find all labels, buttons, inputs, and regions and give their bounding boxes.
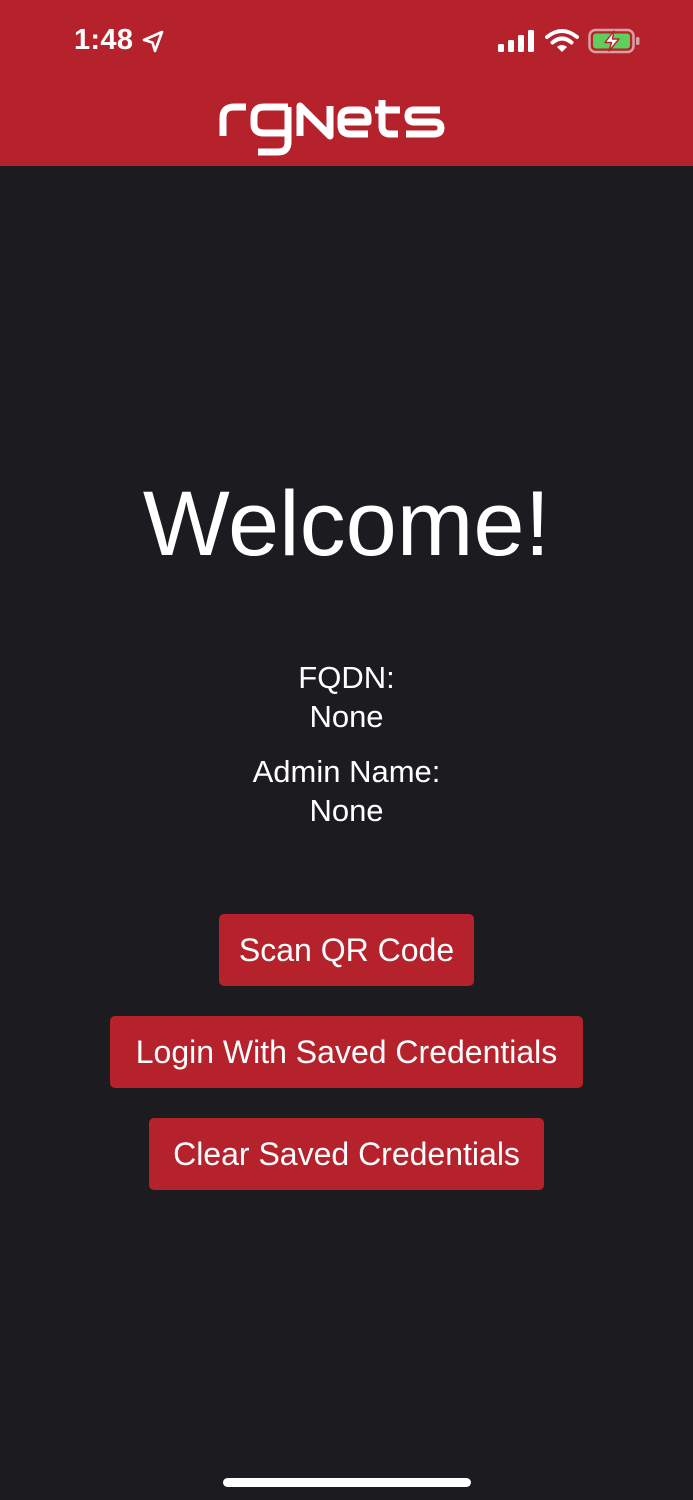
status-time: 1:48 bbox=[74, 24, 134, 56]
battery-charging-icon bbox=[588, 28, 640, 54]
rgnets-logo bbox=[219, 100, 445, 156]
scan-qr-code-label: Scan QR Code bbox=[238, 931, 455, 968]
welcome-title: Welcome! bbox=[142, 473, 551, 575]
fqdn-value: None bbox=[309, 699, 384, 734]
fqdn-label: FQDN: bbox=[298, 660, 395, 695]
login-saved-credentials-button[interactable]: Login With Saved Credentials bbox=[110, 1016, 583, 1088]
admin-name-label: Admin Name: bbox=[252, 754, 441, 789]
location-arrow-icon bbox=[142, 30, 164, 53]
clear-saved-credentials-button[interactable]: Clear Saved Credentials bbox=[149, 1118, 544, 1190]
home-indicator[interactable] bbox=[223, 1478, 471, 1487]
clear-saved-credentials-label: Clear Saved Credentials bbox=[173, 1135, 520, 1172]
app-screen: 1:48 Welcome! FQDN: None Admin Name: Non… bbox=[0, 0, 693, 1500]
admin-name-value: None bbox=[309, 793, 384, 828]
scan-qr-code-button[interactable]: Scan QR Code bbox=[219, 914, 474, 986]
login-saved-credentials-label: Login With Saved Credentials bbox=[135, 1033, 558, 1070]
app-header: 1:48 bbox=[0, 0, 693, 166]
cellular-signal-icon bbox=[498, 30, 534, 52]
wifi-icon bbox=[545, 29, 579, 52]
